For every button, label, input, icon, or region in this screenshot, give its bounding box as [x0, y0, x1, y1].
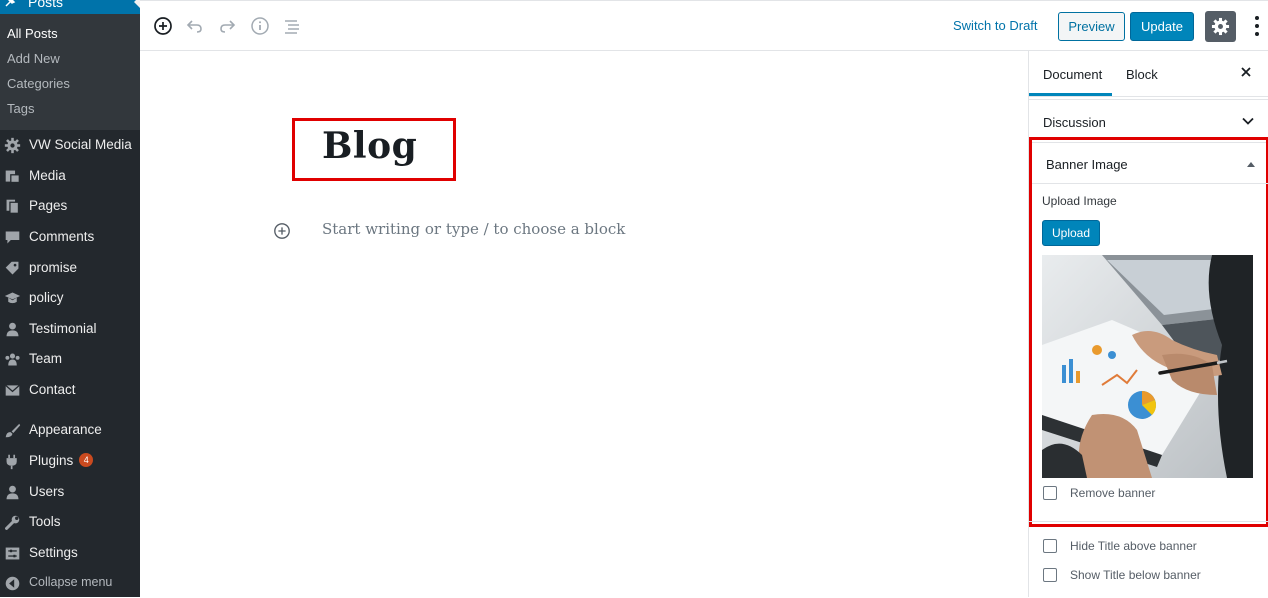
- post-title[interactable]: Blog: [322, 125, 417, 167]
- show-title-checkbox[interactable]: [1043, 568, 1057, 582]
- brush-icon: [5, 423, 21, 438]
- posts-submenu: All Posts Add New Categories Tags: [0, 14, 140, 130]
- discussion-title: Discussion: [1043, 115, 1106, 130]
- gear-icon: [4, 137, 21, 154]
- wrench-icon: [5, 515, 20, 530]
- preview-button[interactable]: Preview: [1058, 12, 1125, 41]
- redo-icon[interactable]: [217, 16, 237, 36]
- menu-item-promise[interactable]: promise: [0, 253, 140, 283]
- menu-item-posts-label: Posts: [28, 0, 64, 10]
- remove-banner-label: Remove banner: [1070, 486, 1156, 500]
- menu-item-label: Collapse menu: [29, 575, 113, 589]
- collapse-icon: [5, 576, 20, 591]
- menu-item-team[interactable]: Team: [0, 344, 140, 374]
- menu-item-pages[interactable]: Pages: [0, 191, 140, 221]
- caret-up-icon: [1247, 162, 1255, 167]
- banner-photo-illustration: [1042, 255, 1253, 478]
- more-options-icon[interactable]: [1250, 14, 1264, 38]
- settings-toggle-button[interactable]: [1205, 11, 1236, 42]
- add-block-icon[interactable]: [153, 16, 173, 36]
- collapse-menu-button[interactable]: Collapse menu: [0, 568, 140, 598]
- comments-icon: [5, 231, 20, 244]
- menu-item-label: VW Social Media: [29, 137, 132, 152]
- menu-item-label: Settings: [29, 545, 78, 560]
- menu-item-plugins[interactable]: Plugins 4: [0, 446, 140, 476]
- menu-item-label: Media: [29, 168, 66, 183]
- switch-to-draft-button[interactable]: Switch to Draft: [953, 18, 1038, 33]
- menu-item-posts[interactable]: Posts: [0, 0, 140, 14]
- menu-item-label: Contact: [29, 382, 76, 397]
- email-icon: [5, 384, 20, 396]
- editor-toolbar: Switch to Draft Preview Update: [140, 0, 1268, 51]
- menu-item-label: Users: [29, 484, 65, 499]
- person-icon: [6, 322, 19, 337]
- submenu-categories[interactable]: Categories: [7, 76, 70, 91]
- pin-icon: [5, 0, 16, 7]
- menu-item-label: Team: [29, 351, 63, 366]
- menu-item-label: Pages: [29, 198, 68, 213]
- menu-item-label: Testimonial: [29, 321, 97, 336]
- menu-item-label: promise: [29, 260, 78, 275]
- menu-item-comments[interactable]: Comments: [0, 222, 140, 252]
- mortarboard-icon: [4, 292, 21, 304]
- plugins-update-badge: 4: [79, 453, 94, 467]
- update-button[interactable]: Update: [1130, 12, 1194, 41]
- settings-icon: [5, 547, 20, 560]
- editor-canvas: Blog Start writing or type / to choose a…: [140, 51, 1028, 597]
- block-placeholder[interactable]: Start writing or type / to choose a bloc…: [322, 220, 625, 238]
- hide-title-label: Hide Title above banner: [1070, 539, 1197, 553]
- menu-item-label-text: Plugins: [29, 453, 74, 468]
- menu-item-media[interactable]: Media: [0, 161, 140, 191]
- submenu-all-posts[interactable]: All Posts: [7, 26, 58, 41]
- groups-icon: [5, 353, 20, 366]
- menu-item-label: Comments: [29, 229, 95, 244]
- pages-icon: [6, 199, 20, 214]
- chevron-down-icon: [1242, 117, 1254, 125]
- menu-item-appearance[interactable]: Appearance: [0, 415, 140, 445]
- gear-icon: [1211, 17, 1230, 36]
- media-icon: [5, 170, 20, 184]
- menu-item-users[interactable]: Users: [0, 477, 140, 507]
- info-icon[interactable]: [250, 16, 270, 36]
- plugin-icon: [6, 454, 17, 470]
- sidebar-tabs: Document Block: [1029, 51, 1268, 97]
- menu-item-contact[interactable]: Contact: [0, 375, 140, 405]
- menu-item-vw-social-media[interactable]: VW Social Media: [0, 130, 140, 160]
- menu-item-label: Plugins 4: [29, 453, 94, 468]
- menu-item-tools[interactable]: Tools: [0, 507, 140, 537]
- tab-block[interactable]: Block: [1126, 67, 1158, 82]
- remove-banner-checkbox[interactable]: [1043, 486, 1057, 500]
- show-title-label: Show Title below banner: [1070, 568, 1201, 582]
- tag-icon: [5, 261, 19, 275]
- banner-image-panel-toggle[interactable]: Banner Image: [1032, 140, 1268, 184]
- settings-sidebar: Document Block Discussion Banner Image U…: [1028, 51, 1268, 597]
- close-icon[interactable]: [1239, 65, 1253, 79]
- menu-item-label: Appearance: [29, 422, 102, 437]
- menu-item-testimonial[interactable]: Testimonial: [0, 314, 140, 344]
- users-icon: [6, 485, 19, 500]
- banner-image-title: Banner Image: [1046, 157, 1128, 172]
- hide-title-checkbox[interactable]: [1043, 539, 1057, 553]
- menu-item-label: Tools: [29, 514, 61, 529]
- upload-image-label: Upload Image: [1042, 194, 1117, 208]
- tab-document[interactable]: Document: [1043, 67, 1102, 82]
- admin-sidebar: Posts All Posts Add New Categories Tags …: [0, 0, 140, 597]
- menu-item-label: policy: [29, 290, 64, 305]
- submenu-add-new[interactable]: Add New: [7, 51, 60, 66]
- menu-item-settings[interactable]: Settings: [0, 538, 140, 568]
- block-navigation-icon[interactable]: [282, 16, 302, 36]
- menu-item-policy[interactable]: policy: [0, 283, 140, 313]
- banner-image-preview[interactable]: [1042, 255, 1253, 478]
- add-block-inline-icon[interactable]: [273, 222, 291, 240]
- submenu-tags[interactable]: Tags: [7, 101, 34, 116]
- upload-button[interactable]: Upload: [1042, 220, 1100, 246]
- active-tab-indicator: [1029, 93, 1112, 96]
- divider: [1029, 521, 1268, 522]
- undo-icon[interactable]: [185, 16, 205, 36]
